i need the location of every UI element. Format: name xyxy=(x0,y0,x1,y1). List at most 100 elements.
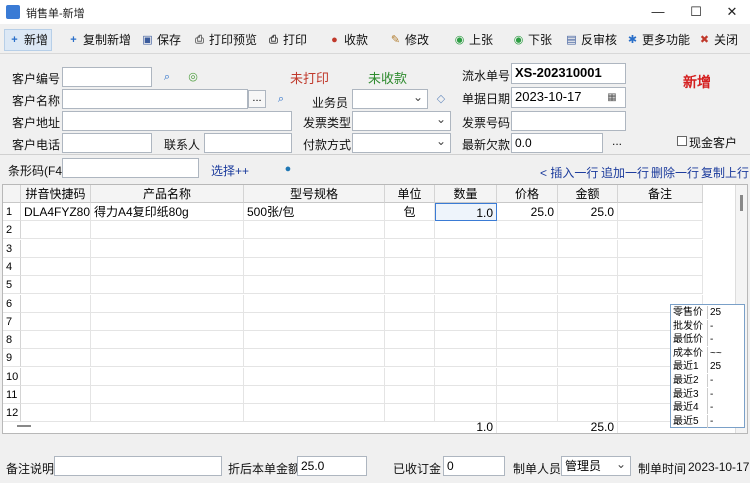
grid-cell[interactable] xyxy=(618,276,703,295)
pay-method-select[interactable] xyxy=(352,133,451,153)
product-grid[interactable]: 拼音快捷码产品名称型号规格单位数量价格金额备注 1DLA4FYZ80G得力A4复印… xyxy=(2,184,748,434)
grid-cell[interactable] xyxy=(497,294,558,313)
grid-cell[interactable] xyxy=(385,386,435,404)
grid-cell[interactable]: DLA4FYZ80G xyxy=(21,203,91,221)
grid-cell[interactable] xyxy=(385,276,435,295)
grid-cell[interactable] xyxy=(21,367,91,386)
grid-cell[interactable]: 得力A4复印纸80g xyxy=(91,203,244,221)
grid-cell[interactable] xyxy=(385,349,435,368)
grid-cell[interactable] xyxy=(435,386,497,404)
grid-cell[interactable] xyxy=(21,386,91,404)
grid-header[interactable]: 价格 xyxy=(497,185,558,203)
grid-cell[interactable] xyxy=(435,312,497,331)
grid-header[interactable]: 金额 xyxy=(558,185,618,203)
grid-cell[interactable] xyxy=(435,257,497,276)
globe-icon[interactable]: ● xyxy=(281,162,295,176)
grid-cell[interactable]: 500张/包 xyxy=(244,203,385,221)
grid-cell[interactable] xyxy=(91,312,244,331)
grid-cell[interactable] xyxy=(497,221,558,240)
grid-cell[interactable] xyxy=(385,312,435,331)
grid-cell[interactable] xyxy=(435,349,497,368)
grid-cell[interactable] xyxy=(558,312,618,331)
grid-header[interactable]: 数量 xyxy=(435,185,497,203)
grid-cell[interactable] xyxy=(435,221,497,240)
maker-select[interactable]: 管理员 xyxy=(561,456,631,476)
invoice-no-input[interactable] xyxy=(511,111,626,131)
grid-cell[interactable] xyxy=(21,331,91,350)
toolbar-button-2[interactable]: ▣ 保存 xyxy=(138,29,184,51)
contact-input[interactable] xyxy=(204,133,292,153)
grid-cell[interactable] xyxy=(244,331,385,350)
grid-cell[interactable] xyxy=(91,239,244,258)
grid-cell[interactable] xyxy=(558,367,618,386)
grid-cell[interactable] xyxy=(91,386,244,404)
grid-cell[interactable] xyxy=(21,276,91,295)
grid-cell[interactable] xyxy=(435,294,497,313)
grid-cell[interactable] xyxy=(385,239,435,258)
grid-cell[interactable] xyxy=(618,203,703,221)
grid-cell[interactable] xyxy=(558,331,618,350)
eraser-icon[interactable]: ◇ xyxy=(434,92,448,106)
refresh-icon[interactable]: ◎ xyxy=(186,70,200,84)
grid-header[interactable]: 备注 xyxy=(618,185,703,203)
grid-cell[interactable] xyxy=(435,276,497,295)
delete-row-link[interactable]: 删除一行 xyxy=(651,164,699,181)
grid-cell[interactable] xyxy=(91,404,244,423)
grid-cell[interactable]: 25.0 xyxy=(558,203,618,221)
grid-header[interactable]: 拼音快捷码 xyxy=(21,185,91,203)
customer-name-input[interactable] xyxy=(62,89,248,109)
grid-header[interactable]: 型号规格 xyxy=(244,185,385,203)
salesman-select[interactable] xyxy=(352,89,428,109)
grid-cell[interactable] xyxy=(558,294,618,313)
grid-cell[interactable] xyxy=(558,239,618,258)
grid-cell[interactable] xyxy=(618,257,703,276)
grid-cell[interactable] xyxy=(244,276,385,295)
grid-cell[interactable] xyxy=(21,221,91,240)
latest-debt-more[interactable]: ... xyxy=(612,134,622,148)
grid-cell[interactable] xyxy=(385,404,435,423)
toolbar-button-1[interactable]: + 复制新增 xyxy=(64,29,134,51)
cash-customer-checkbox[interactable] xyxy=(677,136,687,146)
grid-cell[interactable] xyxy=(21,312,91,331)
customer-pick-button[interactable]: ... xyxy=(248,90,266,108)
grid-header[interactable]: 单位 xyxy=(385,185,435,203)
grid-cell[interactable] xyxy=(618,239,703,258)
customer-search-icon[interactable]: ⌕ xyxy=(274,92,288,106)
grid-cell[interactable] xyxy=(91,331,244,350)
search-icon[interactable]: ⌕ xyxy=(160,70,174,84)
grid-cell[interactable]: 25.0 xyxy=(497,203,558,221)
grid-cell[interactable] xyxy=(558,257,618,276)
grid-cell[interactable] xyxy=(497,257,558,276)
toolbar-button-4[interactable]: ⎙ 打印 xyxy=(264,29,310,51)
grid-cell[interactable] xyxy=(21,349,91,368)
hscroll-thumb[interactable] xyxy=(17,425,31,427)
grid-cell[interactable] xyxy=(244,221,385,240)
deposit-input[interactable]: 0 xyxy=(443,456,505,476)
grid-cell[interactable] xyxy=(618,221,703,240)
grid-cell[interactable] xyxy=(244,367,385,386)
grid-cell[interactable] xyxy=(91,349,244,368)
grid-cell[interactable] xyxy=(91,276,244,295)
grid-cell[interactable] xyxy=(435,239,497,258)
grid-cell[interactable] xyxy=(558,349,618,368)
grid-cell[interactable] xyxy=(435,367,497,386)
grid-cell[interactable] xyxy=(385,294,435,313)
grid-cell[interactable] xyxy=(244,404,385,423)
grid-cell[interactable] xyxy=(497,331,558,350)
select-product-link[interactable]: 选择++ xyxy=(211,162,249,179)
insert-row-link[interactable]: < 插入一行 xyxy=(540,164,598,181)
grid-cell[interactable] xyxy=(385,221,435,240)
minimize-button[interactable]: — xyxy=(640,0,676,24)
grid-cell[interactable] xyxy=(21,404,91,423)
grid-cell[interactable] xyxy=(435,331,497,350)
grid-cell[interactable] xyxy=(21,294,91,313)
toolbar-button-3[interactable]: ⎙ 打印预览 xyxy=(190,29,260,51)
grid-cell[interactable] xyxy=(385,331,435,350)
grid-cell[interactable] xyxy=(558,276,618,295)
toolbar-button-7[interactable]: ◉ 上张 xyxy=(450,29,496,51)
grid-cell[interactable] xyxy=(21,257,91,276)
customer-no-input[interactable] xyxy=(62,67,152,87)
grid-cell[interactable] xyxy=(244,239,385,258)
grid-cell[interactable] xyxy=(497,312,558,331)
grid-cell[interactable] xyxy=(497,239,558,258)
